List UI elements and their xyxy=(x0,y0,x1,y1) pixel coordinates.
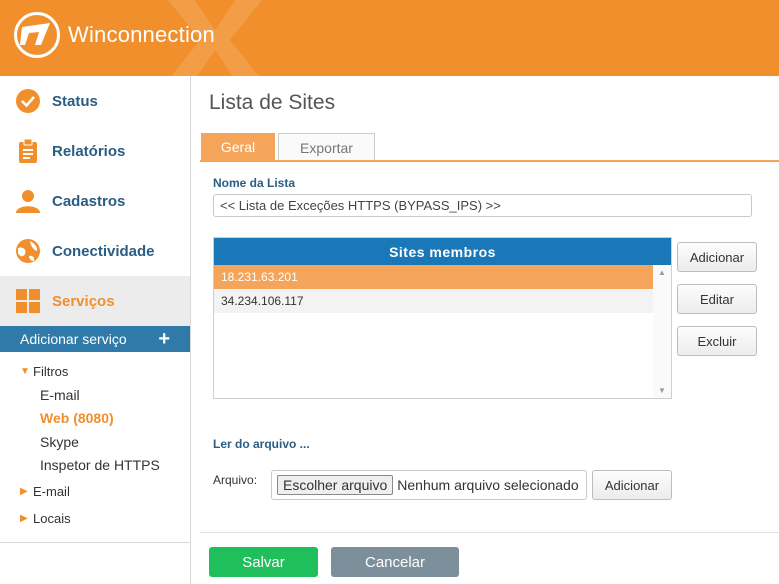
sidebar-item-status[interactable]: Status xyxy=(0,76,190,126)
check-circle-icon xyxy=(15,88,41,114)
user-icon xyxy=(15,188,41,214)
sidebar-item-label: Status xyxy=(52,92,98,110)
tree-node-email[interactable]: ▶ E-mail xyxy=(0,480,190,503)
main-panel: Lista de Sites Geral Exportar Nome da Li… xyxy=(192,76,779,584)
grid-icon xyxy=(15,288,41,314)
tree-item-email[interactable]: E-mail xyxy=(0,383,190,407)
sidebar-item-label: Relatórios xyxy=(52,142,126,160)
edit-member-button[interactable]: Editar xyxy=(677,284,757,314)
tree-node-label: Locais xyxy=(33,511,71,526)
tab-bar: Geral Exportar xyxy=(201,133,375,161)
delete-member-button[interactable]: Excluir xyxy=(677,326,757,356)
add-service-button[interactable]: Adicionar serviço + xyxy=(0,326,190,352)
list-item[interactable]: 18.231.63.201 xyxy=(214,265,653,289)
plus-icon: + xyxy=(158,328,170,350)
scroll-down-icon[interactable]: ▼ xyxy=(658,386,666,395)
members-header: Sites membros xyxy=(214,238,671,265)
tree-item-https-inspector[interactable]: Inspetor de HTTPS xyxy=(0,454,190,478)
sidebar: Status Relatórios Cadastros Conectividad… xyxy=(0,76,191,584)
add-service-label: Adicionar serviço xyxy=(20,331,127,347)
sidebar-item-conectividade[interactable]: Conectividade xyxy=(0,226,190,276)
tree-node-label: Filtros xyxy=(33,364,69,379)
save-button[interactable]: Salvar xyxy=(209,547,318,577)
sidebar-item-label: Cadastros xyxy=(52,192,126,210)
sidebar-item-label: Conectividade xyxy=(52,242,155,260)
tree-item-web[interactable]: Web (8080) xyxy=(0,407,190,431)
list-name-field[interactable] xyxy=(213,194,752,217)
sidebar-item-label: Serviços xyxy=(52,292,115,310)
tab-exportar[interactable]: Exportar xyxy=(278,133,375,161)
file-label: Arquivo: xyxy=(213,473,258,487)
tab-underline xyxy=(200,160,779,162)
members-list: 18.231.63.201 34.234.106.117 ▲ ▼ xyxy=(214,265,671,398)
logo-icon xyxy=(14,12,60,58)
sidebar-item-servicos[interactable]: Serviços xyxy=(0,276,190,326)
scroll-up-icon[interactable]: ▲ xyxy=(658,268,666,277)
file-status: Nenhum arquivo selecionado xyxy=(397,477,579,493)
sidebar-divider xyxy=(0,542,190,543)
tree-node-label: E-mail xyxy=(33,484,70,499)
app-header: Winconnection xyxy=(0,0,779,76)
list-item[interactable]: 34.234.106.117 xyxy=(214,289,653,313)
caret-right-icon: ▶ xyxy=(20,486,28,497)
add-member-button[interactable]: Adicionar xyxy=(677,242,757,272)
brand-name: Winconnection xyxy=(68,22,215,47)
tree-node-filtros[interactable]: ▼ Filtros xyxy=(0,360,190,383)
list-name-label: Nome da Lista xyxy=(213,176,296,190)
tab-geral[interactable]: Geral xyxy=(201,133,275,161)
tree-item-skype[interactable]: Skype xyxy=(0,430,190,454)
caret-right-icon: ▶ xyxy=(20,513,28,524)
read-file-label: Ler do arquivo ... xyxy=(213,437,310,451)
cancel-button[interactable]: Cancelar xyxy=(331,547,459,577)
services-tree: ▼ Filtros E-mail Web (8080) Skype Inspet… xyxy=(0,352,190,530)
tree-node-locais[interactable]: ▶ Locais xyxy=(0,507,190,530)
file-input[interactable]: Escolher arquivo Nenhum arquivo selecion… xyxy=(271,470,587,500)
caret-down-icon: ▼ xyxy=(20,366,30,377)
members-scrollbar[interactable]: ▲ ▼ xyxy=(653,265,671,398)
page-title: Lista de Sites xyxy=(209,91,336,114)
sidebar-item-cadastros[interactable]: Cadastros xyxy=(0,176,190,226)
choose-file-button[interactable]: Escolher arquivo xyxy=(277,475,394,495)
clipboard-icon xyxy=(15,138,41,164)
add-file-button[interactable]: Adicionar xyxy=(592,470,672,500)
sidebar-item-relatorios[interactable]: Relatórios xyxy=(0,126,190,176)
globe-icon xyxy=(15,238,41,264)
footer-divider xyxy=(200,532,779,533)
members-listbox[interactable]: Sites membros 18.231.63.201 34.234.106.1… xyxy=(213,237,672,399)
logo: Winconnection xyxy=(14,12,215,58)
